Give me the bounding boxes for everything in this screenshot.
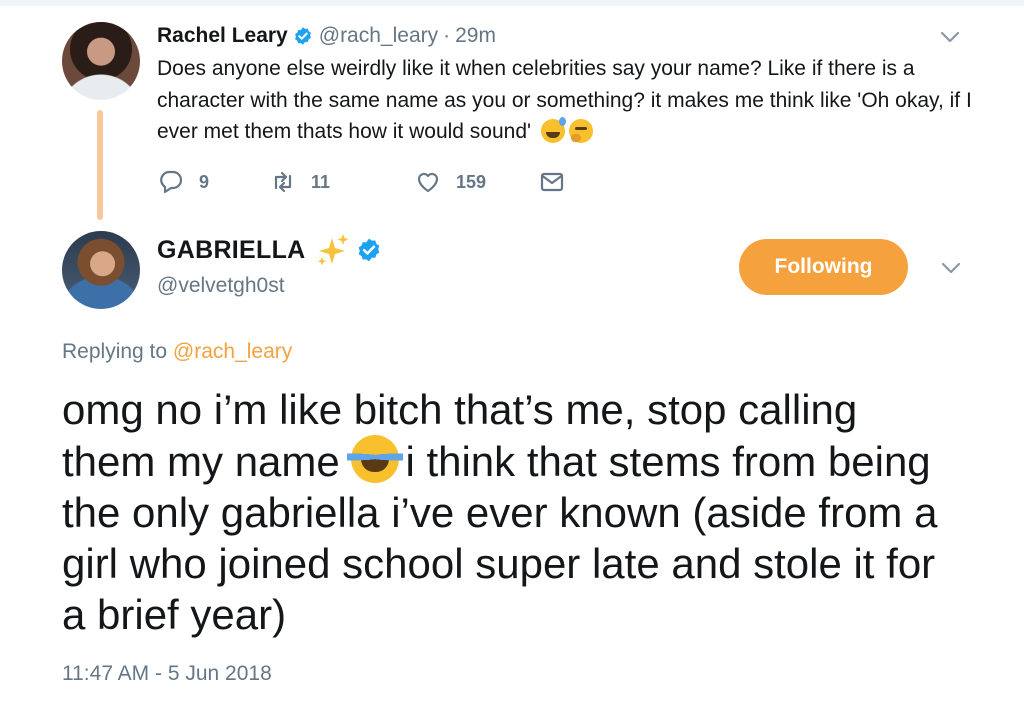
retweet-button[interactable]: 11 xyxy=(269,168,414,196)
author-name[interactable]: Rachel Leary xyxy=(157,24,288,48)
retweet-icon xyxy=(274,171,292,193)
avatar[interactable] xyxy=(62,22,140,100)
top-divider xyxy=(0,0,1024,6)
direct-message-icon xyxy=(540,172,564,192)
direct-message-button[interactable] xyxy=(538,168,566,196)
verified-badge-icon xyxy=(358,238,379,262)
author-handle[interactable]: @velvetgh0st xyxy=(157,274,285,298)
tweet-timestamp[interactable]: 11:47 AM - 5 Jun 2018 xyxy=(62,662,272,686)
emoji-tears-of-joy-icon xyxy=(347,435,404,483)
replying-to-link[interactable]: @rach_leary xyxy=(173,340,292,363)
following-button[interactable]: Following xyxy=(739,239,908,295)
chevron-down-icon[interactable] xyxy=(941,261,961,275)
parent-tweet-header: Rachel Leary @rach_leary · 29m xyxy=(157,22,496,50)
tweet-actions: 9 11 159 xyxy=(157,165,566,199)
author-handle[interactable]: @rach_leary xyxy=(319,24,438,48)
thread-connector-line xyxy=(97,110,103,220)
main-tweet-text: omg no i’m like bitch that’s me, stop ca… xyxy=(62,384,962,640)
sparkles-icon xyxy=(317,234,349,266)
reply-icon xyxy=(160,170,183,194)
like-icon xyxy=(417,172,439,193)
reply-count: 9 xyxy=(199,171,210,192)
like-button[interactable]: 159 xyxy=(414,168,538,196)
emoji-thinking-icon xyxy=(569,119,594,143)
replying-to-label: Replying to xyxy=(62,340,168,363)
chevron-down-icon[interactable] xyxy=(940,30,960,44)
tweet-time[interactable]: 29m xyxy=(455,24,496,48)
replying-to: Replying to @rach_leary xyxy=(62,340,292,364)
verified-badge-icon xyxy=(294,27,311,45)
separator-dot: · xyxy=(443,24,451,47)
emoji-sweat-smile-icon xyxy=(541,117,567,143)
reply-button[interactable]: 9 xyxy=(157,168,269,196)
parent-tweet-text: Does anyone else weirdly like it when ce… xyxy=(157,53,977,148)
main-tweet-author: GABRIELLA xyxy=(157,231,382,269)
author-name[interactable]: GABRIELLA xyxy=(157,236,306,265)
avatar[interactable] xyxy=(62,231,140,309)
retweet-count: 11 xyxy=(311,171,331,192)
like-count: 159 xyxy=(456,171,487,192)
